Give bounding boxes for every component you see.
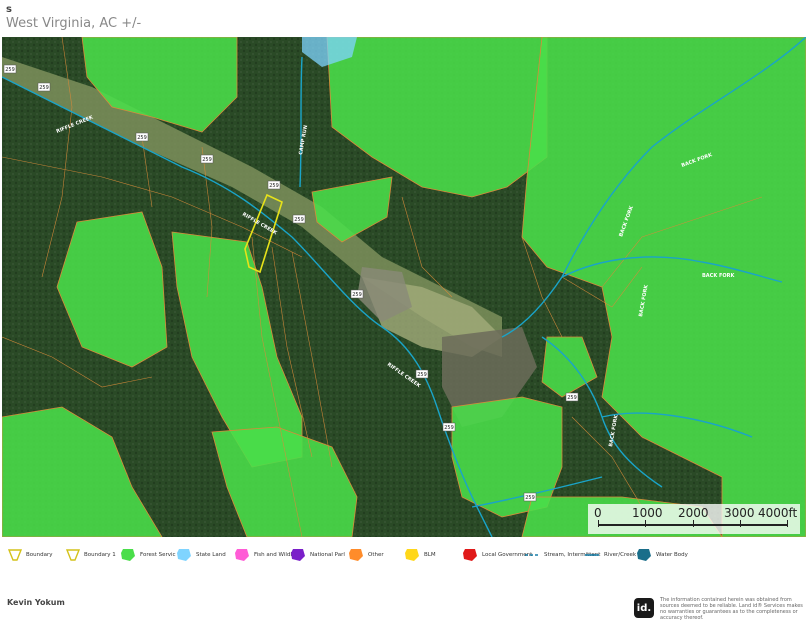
polygon-icon <box>349 549 363 561</box>
road-marker-label: 259 <box>525 495 535 501</box>
road-marker-label: 259 <box>417 372 427 378</box>
scale-label: 3000 <box>724 506 755 520</box>
map-svg: 259259259259259259259259259259259 RIFFLE… <box>2 37 806 537</box>
scale-labels: 0 1000 2000 3000 4000ft <box>588 506 800 520</box>
scale-tick <box>693 520 694 527</box>
legend-item: BLM <box>404 544 436 566</box>
scale-tick <box>787 520 788 527</box>
road-marker-label: 259 <box>567 395 577 401</box>
scale-tick <box>740 520 741 527</box>
road-marker-label: 259 <box>352 292 362 298</box>
legend-item: Local Government <box>462 544 532 566</box>
boundary-outline-icon <box>8 549 22 561</box>
map-header: s West Virginia, AC +/- <box>6 4 141 32</box>
scale-label: 2000 <box>678 506 709 520</box>
road-marker-label: 259 <box>294 217 304 223</box>
map-legend: Boundary Boundary 1 Forest Servic State Lan… <box>4 544 804 568</box>
legend-item: National Parl <box>290 544 345 566</box>
polygon-icon <box>291 549 305 561</box>
legend-label: Boundary <box>26 552 53 558</box>
scale-label: 0 <box>594 506 602 520</box>
map-canvas[interactable]: 259 259 259 259 259 259 259 259 259 259 259 RIFFLE… <box>2 37 806 537</box>
road-marker: 259 <box>3 64 17 74</box>
polygon-icon <box>177 549 191 561</box>
road-marker-label: 259 <box>5 67 15 73</box>
scale-tick <box>598 520 599 527</box>
legend-item: Boundary 1 <box>66 544 116 566</box>
legend-item: State Land <box>176 544 226 566</box>
road-marker: 259 <box>523 492 537 502</box>
road-marker: 259 <box>565 392 579 402</box>
legend-label: River/Creek <box>604 552 637 558</box>
scale-label: 4000ft <box>758 506 798 520</box>
polygon-icon <box>463 549 477 561</box>
road-marker: 259 <box>442 422 456 432</box>
polygon-icon <box>121 549 135 561</box>
road-marker: 259 <box>415 369 429 379</box>
road-marker: 259 <box>292 214 306 224</box>
legend-label: BLM <box>424 552 436 558</box>
map-title: s <box>6 4 12 15</box>
road-marker-label: 259 <box>444 425 454 431</box>
agent-name: Kevin Yokum <box>7 598 65 607</box>
road-marker: 259 <box>200 154 214 164</box>
map-subtitle: West Virginia, AC +/- <box>6 16 142 31</box>
road-marker: 259 <box>135 132 149 142</box>
line-icon <box>585 554 599 556</box>
road-marker: 259 <box>37 82 51 92</box>
legend-label: State Land <box>196 552 226 558</box>
stream-label: BACK FORK <box>702 273 735 279</box>
dashed-line-icon <box>525 554 539 556</box>
disclaimer: The information contained herein was obt… <box>660 597 803 621</box>
polygon-icon <box>405 549 419 561</box>
legend-label: National Parl <box>310 552 345 558</box>
polygon-icon <box>235 549 249 561</box>
legend-label: Forest Servic <box>140 552 176 558</box>
legend-item: Other <box>348 544 384 566</box>
legend-item: River/Creek <box>584 544 636 566</box>
land-id-logo[interactable]: id. <box>634 598 654 618</box>
boundary-outline-icon <box>66 549 80 561</box>
legend-item: Forest Servic <box>120 544 176 566</box>
scale-bar: 0 1000 2000 3000 4000ft <box>588 504 800 534</box>
scale-label: 1000 <box>632 506 663 520</box>
road-marker-label: 259 <box>269 183 279 189</box>
road-marker-label: 259 <box>39 85 49 91</box>
road-marker: 259 <box>350 289 364 299</box>
legend-item: Water Body <box>636 544 688 566</box>
polygon-icon <box>637 549 651 561</box>
legend-label: Water Body <box>656 552 688 558</box>
legend-label: Boundary 1 <box>84 552 116 558</box>
road-marker: 259 <box>267 180 281 190</box>
legend-item: Boundary <box>8 544 53 566</box>
legend-label: Other <box>368 552 384 558</box>
road-marker-label: 259 <box>202 157 212 163</box>
scale-tick <box>645 520 646 527</box>
road-marker-label: 259 <box>137 135 147 141</box>
